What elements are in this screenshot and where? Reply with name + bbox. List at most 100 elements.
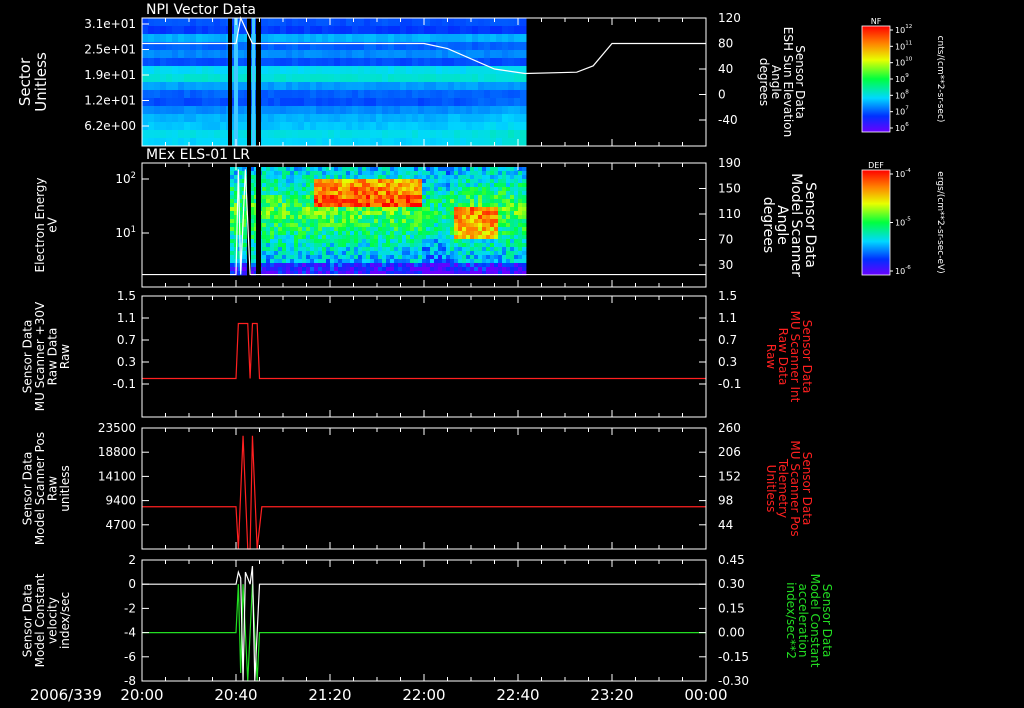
heatmap-cell (278, 195, 283, 200)
heatmap-cell (346, 175, 351, 180)
heatmap-cell (514, 42, 521, 51)
heatmap-cell (434, 203, 439, 208)
heatmap-cell (326, 263, 331, 268)
heatmap-cell (438, 183, 443, 188)
heatmap-cell (462, 219, 467, 224)
heatmap-cell (172, 90, 179, 99)
heatmap-cell (430, 171, 435, 176)
heatmap-cell (466, 255, 471, 260)
heatmap-cell (298, 219, 303, 224)
heatmap-cell (442, 223, 447, 228)
heatmap-cell (496, 114, 503, 123)
heatmap-cell (508, 98, 515, 107)
heatmap-cell (518, 211, 523, 216)
heatmap-cell (346, 138, 353, 147)
heatmap-cell (418, 207, 423, 212)
y-tick-label: 18800 (98, 445, 136, 459)
heatmap-cell (346, 34, 353, 43)
heatmap-cell (274, 223, 279, 228)
heatmap-cell (220, 18, 227, 27)
heatmap-cell (410, 195, 415, 200)
heatmap-cell (462, 191, 467, 196)
heatmap-cell (374, 215, 379, 220)
heatmap-cell (310, 130, 317, 139)
heatmap-cell (370, 231, 375, 236)
heatmap-cell (154, 34, 161, 43)
heatmap-cell (238, 130, 245, 139)
heatmap-cell (376, 114, 383, 123)
heatmap-cell (474, 191, 479, 196)
heatmap-cell (338, 203, 343, 208)
heatmap-cell (322, 231, 327, 236)
heatmap-cell (316, 106, 323, 115)
heatmap-cell (458, 183, 463, 188)
heatmap-cell (286, 58, 293, 67)
heatmap-cell (502, 267, 507, 272)
heatmap-cell (262, 122, 269, 131)
heatmap-cell (398, 191, 403, 196)
heatmap-cell (220, 106, 227, 115)
y-tick-label-right: 30 (718, 258, 733, 272)
heatmap-cell (410, 255, 415, 260)
heatmap-cell (270, 219, 275, 224)
heatmap-cell (362, 195, 367, 200)
heatmap-cell (266, 259, 271, 264)
heatmap-cell (496, 58, 503, 67)
heatmap-cell (148, 50, 155, 59)
heatmap-cell (522, 179, 527, 184)
heatmap-cell (354, 259, 359, 264)
heatmap-cell (418, 215, 423, 220)
heatmap-cell (436, 50, 443, 59)
heatmap-cell (338, 235, 343, 240)
heatmap-cell (298, 231, 303, 236)
heatmap-cell (490, 263, 495, 268)
heatmap-cell (394, 98, 401, 107)
heatmap-cell (398, 179, 403, 184)
colorbar-tick-label: 10-5 (895, 217, 911, 228)
heatmap-cell (294, 223, 299, 228)
heatmap-cell (262, 175, 267, 180)
heatmap-cell (502, 171, 507, 176)
heatmap-cell (442, 98, 449, 107)
heatmap-cell (318, 211, 323, 216)
heatmap-cell (282, 251, 287, 256)
heatmap-cell (362, 235, 367, 240)
heatmap-cell (366, 207, 371, 212)
heatmap-cell (190, 74, 197, 83)
heatmap-cell (450, 223, 455, 228)
heatmap-cell (160, 58, 167, 67)
heatmap-cell (208, 106, 215, 115)
y-tick-label: 1.5 (117, 289, 136, 303)
heatmap-cell (242, 255, 247, 260)
heatmap-cell (374, 243, 379, 248)
heatmap-cell (446, 219, 451, 224)
heatmap-cell (490, 18, 497, 27)
heatmap-cell (346, 255, 351, 260)
heatmap-cell (298, 26, 305, 35)
heatmap-cell (450, 191, 455, 196)
heatmap-cell (274, 122, 281, 131)
heatmap-cell (422, 215, 427, 220)
heatmap-cell (370, 34, 377, 43)
heatmap-cell (484, 90, 491, 99)
heatmap-cell (172, 58, 179, 67)
heatmap-cell (310, 34, 317, 43)
heatmap-cell (454, 42, 461, 51)
heatmap-cell (426, 179, 431, 184)
heatmap-cell (510, 211, 515, 216)
heatmap-cell (400, 34, 407, 43)
heatmap-cell (442, 106, 449, 115)
heatmap-cell (430, 235, 435, 240)
heatmap-cell (382, 219, 387, 224)
heatmap-cell (184, 34, 191, 43)
heatmap-cell (208, 82, 215, 91)
heatmap-cell (382, 267, 387, 272)
heatmap-cell (358, 215, 363, 220)
heatmap-cell (370, 106, 377, 115)
heatmap-cell (508, 90, 515, 99)
heatmap-cell (342, 187, 347, 192)
heatmap-cell (322, 195, 327, 200)
heatmap-cell (376, 82, 383, 91)
heatmap-cell (280, 82, 287, 91)
heatmap-cell (286, 207, 291, 212)
